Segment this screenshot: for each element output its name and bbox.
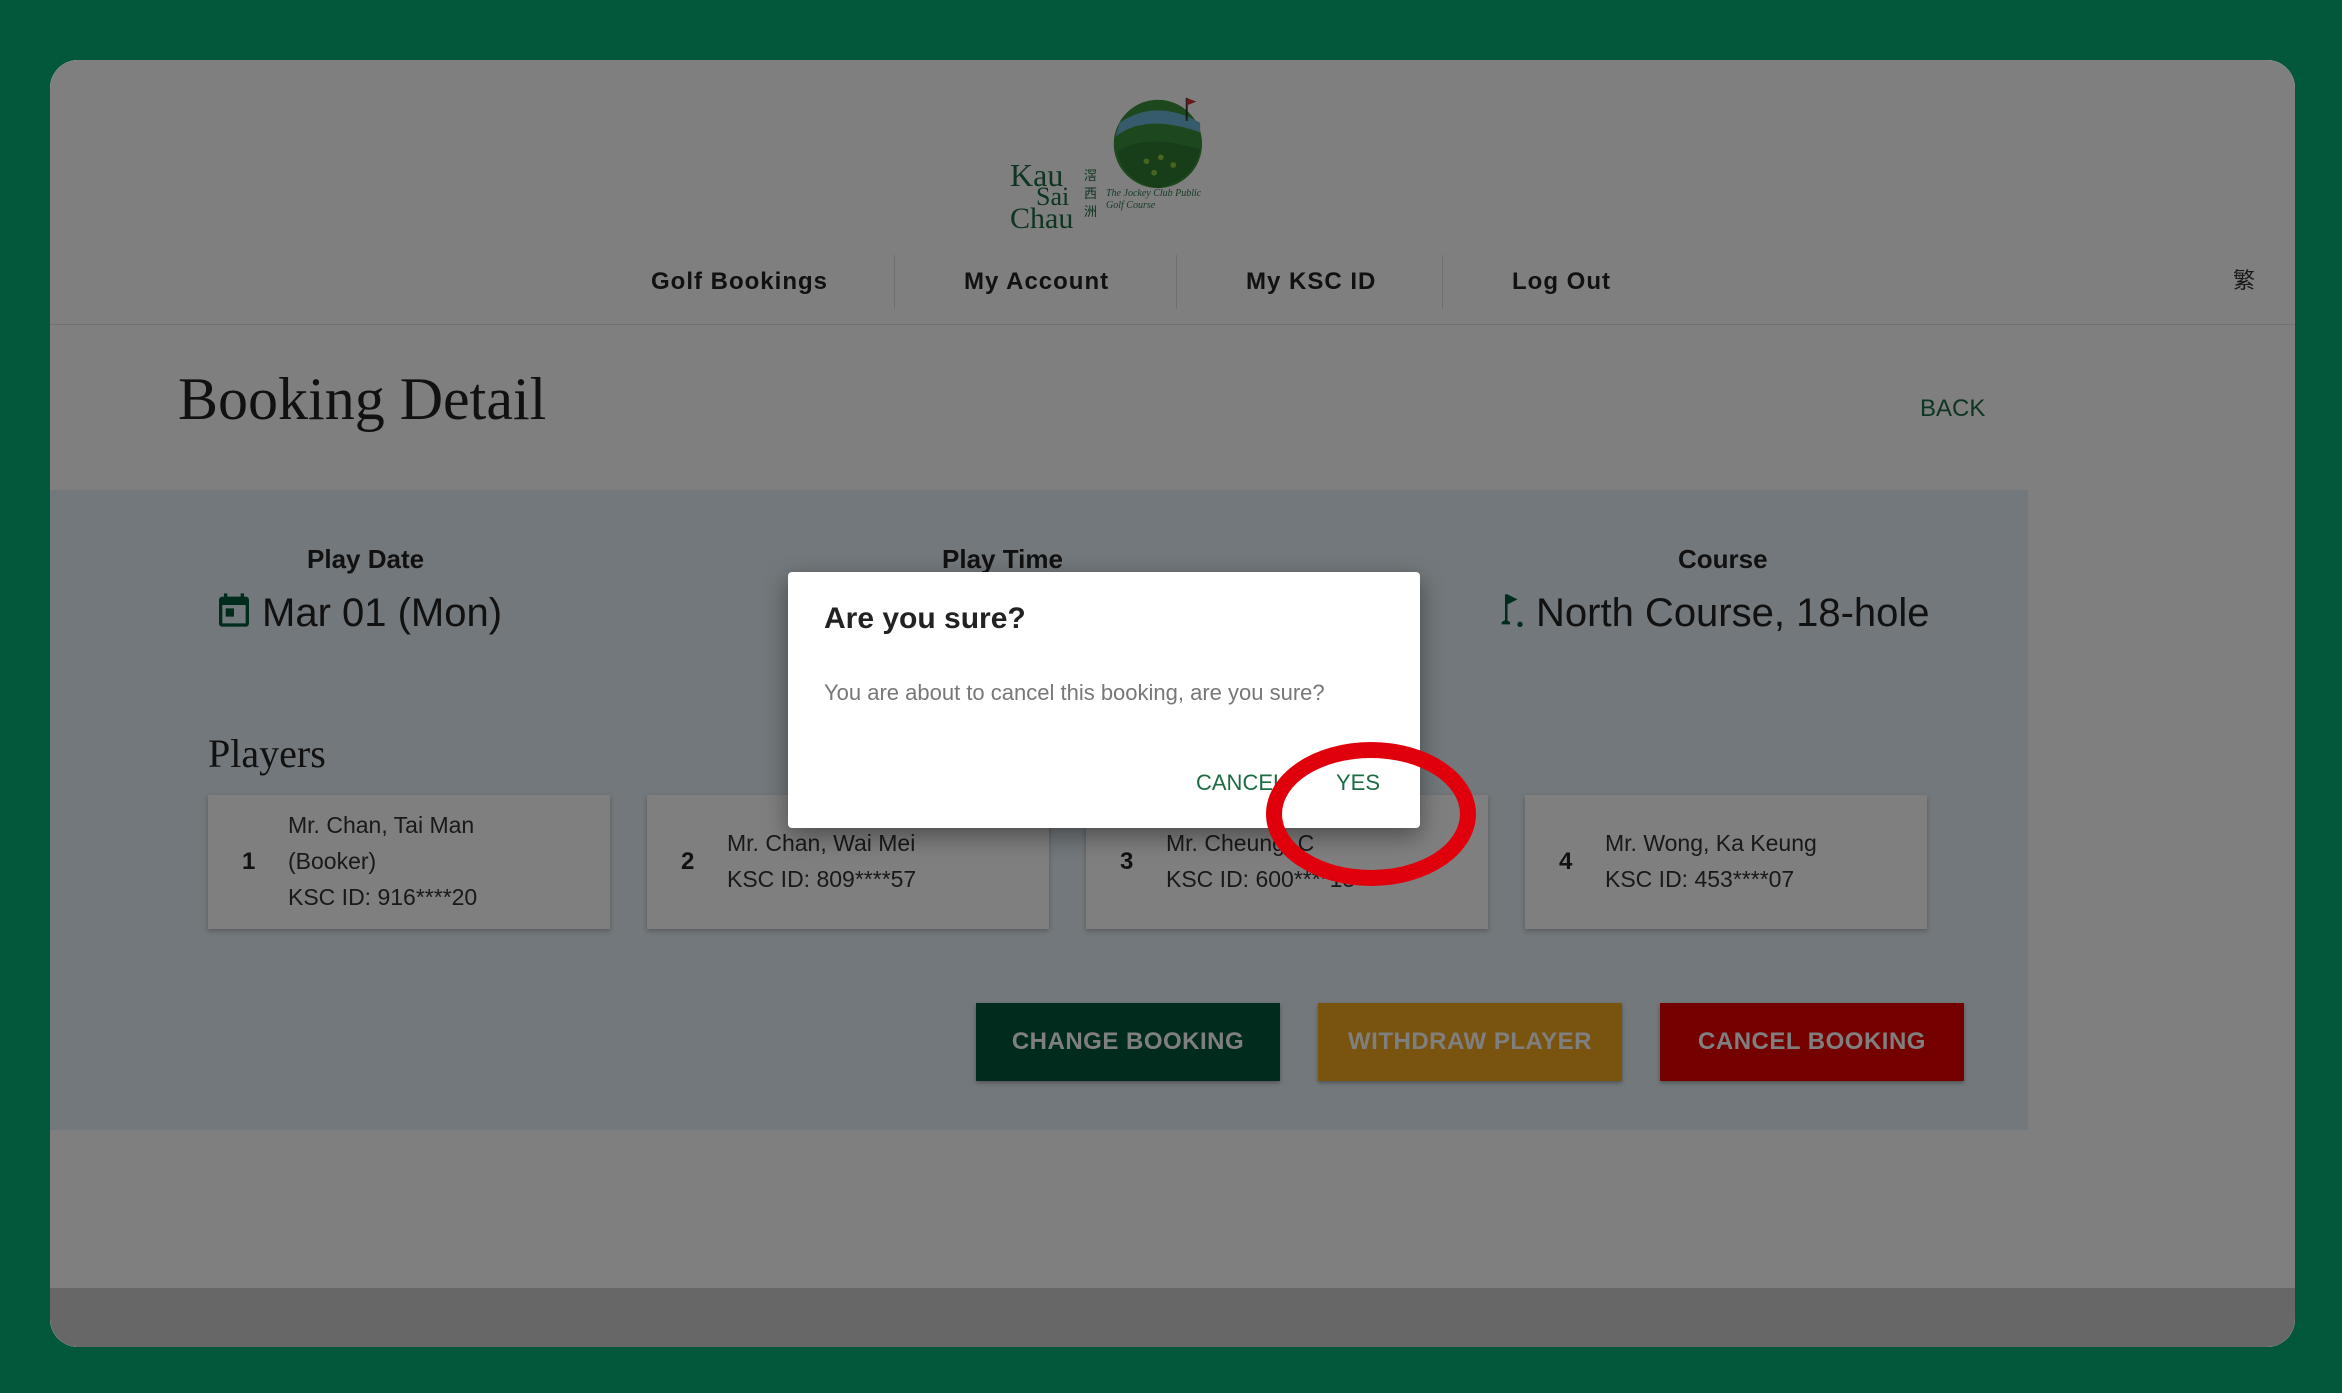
browser-frame: Kau Sai Chau 滘 西 洲 The Jockey Club Publi… (50, 60, 2295, 1347)
dialog-title: Are you sure? (824, 602, 1026, 635)
dialog-cancel-button[interactable]: CANCEL (1196, 770, 1285, 796)
dialog-message: You are about to cancel this booking, ar… (824, 680, 1325, 705)
confirm-dialog: Are you sure? You are about to cancel th… (788, 572, 1420, 828)
dialog-yes-button[interactable]: YES (1336, 770, 1380, 796)
